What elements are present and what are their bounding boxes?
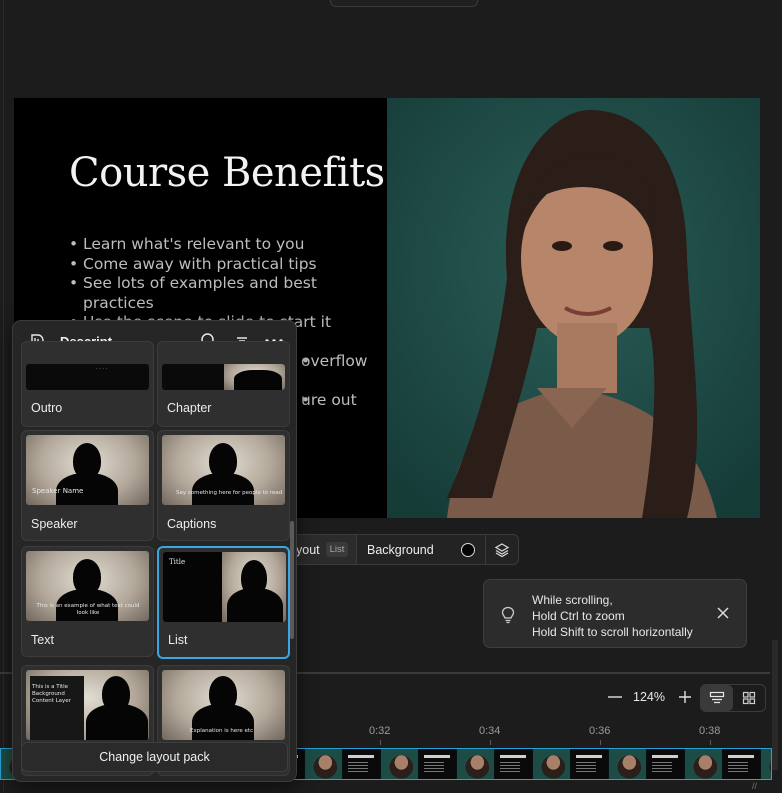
layout-badge: List — [325, 542, 349, 557]
track-thumbnail — [647, 749, 685, 779]
bullet-item: See lots of examples and best practices — [69, 274, 369, 313]
slide-title: Course Benefits — [69, 150, 385, 196]
scroll-hint-text: While scrolling, Hold Ctrl to zoom Hold … — [532, 592, 693, 640]
layout-button[interactable]: yout List — [296, 534, 357, 565]
resize-grip-icon[interactable]: // — [752, 781, 757, 791]
track-thumbnail — [343, 749, 381, 779]
time-tick — [600, 740, 601, 745]
thumbnail-caption: Title — [169, 558, 186, 566]
zoom-in-icon[interactable] — [675, 687, 695, 707]
track-thumbnail — [305, 749, 343, 779]
time-tick — [380, 740, 381, 745]
layout-label: yout — [296, 542, 320, 557]
track-thumbnail — [609, 749, 647, 779]
layout-thumbnail — [162, 364, 285, 390]
lightbulb-icon — [501, 606, 515, 624]
zoom-out-icon[interactable] — [605, 687, 625, 707]
layers-icon — [494, 542, 510, 557]
time-tick-label: 0:36 — [589, 725, 611, 737]
time-tick — [710, 740, 711, 745]
track-thumbnail — [495, 749, 533, 779]
time-tick-label: 0:38 — [699, 725, 721, 737]
window-border — [3, 0, 4, 793]
layout-toolbar: yout List Background — [296, 534, 519, 565]
view-script-button[interactable] — [701, 685, 733, 711]
layout-thumbnail: Title — [163, 552, 286, 622]
layout-label: List — [168, 633, 188, 647]
layout-card-captions[interactable]: Say something here for people to read Ca… — [157, 430, 290, 541]
thumbnail-caption: This is a Title Background Content Layer — [32, 684, 71, 704]
hint-line: Hold Ctrl to zoom — [532, 609, 625, 623]
track-thumbnail — [571, 749, 609, 779]
track-thumbnail — [533, 749, 571, 779]
background-color-swatch[interactable] — [461, 542, 475, 557]
layout-thumbnail: Explanation is here etc — [162, 670, 285, 740]
layout-card-speaker[interactable]: Speaker Name Speaker — [21, 430, 154, 541]
layout-thumbnail: · · · · — [26, 364, 149, 390]
time-tick-label: 0:34 — [479, 725, 501, 737]
layout-card-list[interactable]: Title List — [157, 546, 290, 659]
bullet-item: overflow — [301, 352, 369, 372]
close-icon[interactable] — [716, 606, 730, 620]
grid-view-icon — [742, 691, 756, 705]
script-view-icon — [709, 691, 725, 704]
track-thumbnail — [761, 749, 771, 779]
hint-line: While scrolling, — [532, 593, 613, 607]
layout-card-outro[interactable]: · · · · Outro — [21, 341, 154, 427]
layout-label: Chapter — [167, 401, 212, 415]
speaker-photo — [387, 98, 760, 518]
bullet-item: Learn what's relevant to you — [69, 235, 369, 255]
hint-line: Hold Shift to scroll horizontally — [532, 625, 693, 639]
track-thumbnail — [457, 749, 495, 779]
thumbnail-caption: Explanation is here etc — [190, 728, 254, 734]
time-tick-label: 0:32 — [369, 725, 391, 737]
track-thumbnail — [685, 749, 723, 779]
background-label: Background — [367, 542, 434, 557]
layout-label: Text — [31, 633, 54, 647]
thumbnail-caption: Say something here for people to read — [176, 490, 283, 496]
vertical-scrollbar[interactable] — [772, 640, 778, 770]
time-tick — [490, 740, 491, 745]
track-thumbnail — [419, 749, 457, 779]
track-thumbnail — [381, 749, 419, 779]
timeline-view-toggle — [700, 684, 766, 712]
view-grid-button[interactable] — [733, 685, 765, 711]
layout-label: Captions — [167, 517, 217, 531]
layout-label: Outro — [31, 401, 63, 415]
layout-thumbnail: Say something here for people to read — [162, 435, 285, 505]
change-layout-pack-button[interactable]: Change layout pack — [21, 742, 288, 772]
layers-button[interactable] — [486, 534, 519, 565]
track-thumbnail — [723, 749, 761, 779]
thumbnail-caption: Speaker Name — [32, 487, 84, 495]
scroll-hint-toast: While scrolling, Hold Ctrl to zoom Hold … — [483, 579, 747, 648]
layout-pack-panel: Descript · · · · Outro Chapter Speaker N… — [12, 320, 297, 782]
layout-card-chapter[interactable]: Chapter — [157, 341, 290, 427]
layout-thumbnail: This is a Title Background Content Layer — [26, 670, 149, 740]
layout-label: Speaker — [31, 517, 78, 531]
top-toolbar-tab[interactable] — [330, 0, 478, 7]
bullet-item: ure out — [301, 391, 369, 411]
bullet-item: Come away with practical tips — [69, 255, 369, 275]
layout-thumbnail: Speaker Name — [26, 435, 149, 505]
panel-scrollbar[interactable] — [290, 521, 294, 639]
layout-thumbnail: This is an example of what text could lo… — [26, 551, 149, 621]
layout-card-text[interactable]: This is an example of what text could lo… — [21, 546, 154, 657]
zoom-level: 124% — [633, 690, 665, 704]
thumbnail-caption: This is an example of what text could lo… — [36, 603, 140, 616]
background-button[interactable]: Background — [357, 534, 486, 565]
